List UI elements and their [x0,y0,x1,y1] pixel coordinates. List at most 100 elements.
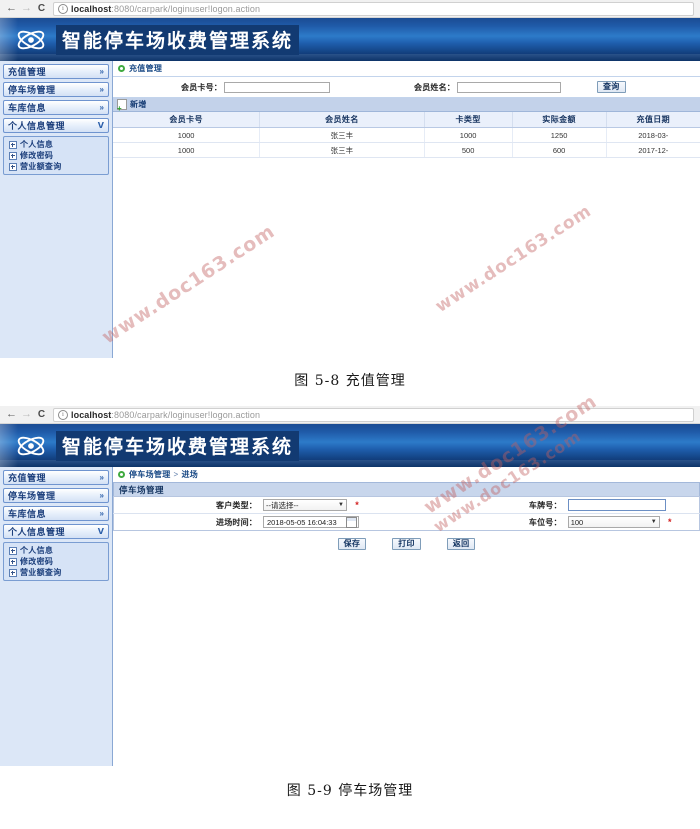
breadcrumb: 充值管理 [113,61,700,76]
member-card-input[interactable] [224,81,330,93]
figure-caption-5-8: 图 5-8 充值管理 [294,373,406,389]
cell-amount: 1250 [512,127,607,143]
screenshot-parking-management: ← → C i localhost:8080/carpark/loginuser… [0,406,700,766]
cell-member-name: 张三丰 [259,127,425,143]
calendar-icon[interactable] [346,516,357,528]
slot-select[interactable]: 100 ▼ [567,516,660,528]
return-button[interactable]: 返回 [446,538,476,550]
banner-sheen [0,460,700,467]
sidebar-nav: 充值管理 » 停车场管理 » 车库信息 » 个人信息管理 ᐯ 个人信息 修改密码… [0,467,113,766]
site-info-icon[interactable]: i [58,3,68,14]
sidebar-item-parking-management[interactable]: 停车场管理 » [3,82,109,97]
chevron-up-icon: ᐯ [97,526,104,536]
sidebar-item-personal-info-management[interactable]: 个人信息管理 ᐯ [3,524,109,539]
table-row[interactable]: 1000 张三丰 1000 1250 2018-03- [113,127,700,143]
customer-type-select[interactable]: --请选择-- ▼ [263,499,347,511]
sidebar-item-label: 停车场管理 [8,491,56,501]
breadcrumb-separator: > [173,469,179,479]
reload-icon[interactable]: C [34,1,49,16]
sidebar-item-label: 充值管理 [8,67,47,77]
chevron-right-icon: » [99,490,104,500]
sidebar-subitem-label: 个人信息 [20,140,54,149]
plate-label-cell: 车牌号： [435,496,565,514]
form-row-type-plate: 客户类型： --请选择-- ▼ * 车牌号： [113,496,700,514]
screenshot-charge-management: ← → C i localhost:8080/carpark/loginuser… [0,0,700,358]
address-bar[interactable]: i localhost:8080/carpark/loginuser!logon… [53,407,694,422]
customer-type-field-cell: --请选择-- ▼ * [260,496,436,514]
content-pane-charge: 充值管理 会员卡号： 会员姓名： 查询 新增 会 [113,61,700,358]
sidebar-item-garage-info[interactable]: 车库信息 » [3,506,109,521]
sidebar-item-personal-info-management[interactable]: 个人信息管理 ᐯ [3,118,109,133]
charge-records-table: 会员卡号 会员姓名 卡类型 实际金额 充值日期 1000 张三丰 1000 12… [113,112,700,158]
form-action-bar: 保存 打印 返回 [113,531,700,550]
app-banner: 智能停车场收费管理系统 [0,18,700,61]
sidebar-item-parking-management[interactable]: 停车场管理 » [3,488,109,503]
column-header-member-name: 会员姓名 [259,112,425,128]
sidebar-subitem-revenue-query[interactable]: 营业额查询 [4,567,108,578]
url-host: localhost [71,3,112,14]
sidebar-subitem-change-password[interactable]: 修改密码 [4,150,108,161]
forward-arrow-icon[interactable]: → [19,1,34,16]
enter-time-input[interactable]: 2018-05-05 16:04:33 [263,516,359,528]
required-asterisk: * [355,499,359,510]
sidebar-subitem-change-password[interactable]: 修改密码 [4,556,108,567]
plate-field-cell [564,496,700,514]
cell-card-no: 1000 [113,127,261,143]
enter-time-label-cell: 进场时间： [216,517,257,527]
form-row-time-slot: 进场时间： 2018-05-05 16:04:33 车位号： 100 ▼ * [114,514,700,531]
chevron-down-icon: ▼ [650,519,657,525]
address-bar-url: localhost:8080/carpark/loginuser!logon.a… [71,410,260,420]
app-banner: 智能停车场收费管理系统 [0,424,700,467]
cell-member-name: 张三丰 [259,142,425,158]
slot-field-cell: 100 ▼ * [565,514,700,531]
search-filter-bar: 会员卡号： 会员姓名： 查询 [113,76,700,98]
chevron-down-icon: ▼ [338,502,344,508]
address-bar[interactable]: i localhost:8080/carpark/loginuser!logon… [53,1,694,16]
url-path: :8080/carpark/loginuser!logon.action [111,3,261,14]
plate-input[interactable] [567,499,666,511]
chevron-right-icon: » [99,472,104,482]
plus-box-icon [9,151,17,160]
cell-charge-date: 2018-03- [606,127,700,143]
add-page-icon[interactable] [117,99,127,113]
sidebar-subitem-label: 营业额查询 [20,162,62,171]
site-info-icon[interactable]: i [58,409,68,420]
back-arrow-icon[interactable]: ← [4,407,19,422]
query-button[interactable]: 查询 [597,81,626,93]
table-row[interactable]: 1000 张三丰 500 600 2017-12- [113,142,700,158]
print-button[interactable]: 打印 [392,538,421,550]
member-name-input[interactable] [457,81,561,93]
sidebar-subitem-personal-info[interactable]: 个人信息 [4,545,108,556]
cell-amount: 600 [512,142,607,158]
plus-box-icon [9,162,17,171]
sidebar-subitem-personal-info[interactable]: 个人信息 [4,139,108,150]
sidebar-item-garage-info[interactable]: 车库信息 » [3,100,109,115]
url-host: localhost [71,409,112,420]
app-title: 智能停车场收费管理系统 [56,430,300,461]
forward-arrow-icon[interactable]: → [19,407,34,422]
save-button[interactable]: 保存 [337,538,367,550]
sidebar-subitem-revenue-query[interactable]: 营业额查询 [4,161,108,172]
chevron-right-icon: » [99,102,104,112]
add-button[interactable]: 新增 [130,99,147,110]
sidebar-subitem-label: 修改密码 [20,151,54,160]
required-asterisk: * [667,516,672,527]
reload-icon[interactable]: C [34,407,49,422]
cell-card-type: 500 [424,142,513,158]
atom-orbit-logo-icon [17,436,45,455]
sidebar-item-charge-management[interactable]: 充值管理 » [3,470,109,485]
chevron-right-icon: » [99,84,104,94]
slot-label-cell: 车位号： [528,517,562,527]
breadcrumb-root[interactable]: 停车场管理 [129,469,171,480]
enter-time-value: 2018-05-05 16:04:33 [267,517,337,527]
banner-sheen [0,54,700,61]
plus-box-icon [9,140,17,149]
sidebar-item-charge-management[interactable]: 充值管理 » [3,64,109,79]
sidebar-subitem-label: 个人信息 [20,546,54,555]
chevron-right-icon: » [99,508,104,518]
customer-type-value: --请选择-- [266,500,299,510]
back-arrow-icon[interactable]: ← [4,1,19,16]
breadcrumb-root[interactable]: 充值管理 [129,63,162,74]
breadcrumb-bullet-icon [118,470,125,478]
sidebar-item-label: 充值管理 [8,473,47,483]
